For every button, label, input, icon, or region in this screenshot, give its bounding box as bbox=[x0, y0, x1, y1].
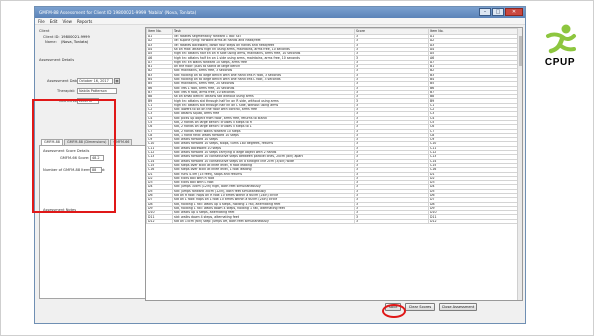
therapist-label: Therapist: bbox=[57, 89, 76, 93]
cell-item-no: D12 bbox=[146, 218, 173, 225]
client-section-label: Client bbox=[39, 29, 50, 33]
assessment-date-label: Assessment Date: bbox=[47, 79, 80, 83]
table-row[interactable]: D12 std on 15cm (6in) step: jumps off, bo… bbox=[146, 218, 519, 225]
table-body: A1 lie: rotates segmentally forward 1 doc… bbox=[146, 33, 519, 225]
menu-view[interactable]: View bbox=[62, 19, 72, 24]
items-table-container: Item No. Task Score Item No. A1 lie: rota… bbox=[145, 27, 523, 301]
logo-text: CPUP bbox=[544, 57, 576, 68]
cell-score[interactable]: 3 bbox=[354, 218, 429, 225]
clear-scores-button[interactable]: Clear Scores bbox=[405, 303, 435, 311]
client-name-label: Name: bbox=[45, 40, 57, 44]
client-id-label: Client ID: bbox=[43, 35, 60, 39]
items-table: Item No. Task Score Item No. A1 lie: rota… bbox=[146, 28, 519, 225]
window-title: GMFM-88 Assessment for Client ID 1980002… bbox=[39, 10, 197, 15]
assessment-date-field[interactable]: October 16, 2017 bbox=[77, 78, 113, 84]
client-id-value: 19800021-9999 bbox=[61, 35, 90, 39]
menu-file[interactable]: File bbox=[38, 19, 45, 24]
menu-edit[interactable]: Edit bbox=[50, 19, 58, 24]
close-icon[interactable]: ✕ bbox=[505, 8, 523, 16]
cell-task: std on 15cm (6in) step: jumps off, both … bbox=[172, 218, 355, 225]
menu-reports[interactable]: Reports bbox=[77, 19, 92, 24]
client-name-value: (Nova, Tonlata) bbox=[61, 40, 89, 44]
menu-bar: File Edit View Reports bbox=[35, 18, 525, 25]
close-assessment-button[interactable]: Close Assessment bbox=[439, 303, 477, 311]
maximize-icon[interactable]: □ bbox=[492, 8, 504, 16]
therapist-field[interactable]: Nabila Patterson bbox=[77, 88, 117, 94]
scroll-thumb[interactable] bbox=[519, 36, 522, 66]
table-scrollbar[interactable] bbox=[517, 28, 522, 300]
title-bar: GMFM-88 Assessment for Client ID 1980002… bbox=[35, 7, 525, 18]
cell-item-no-2: D12 bbox=[428, 218, 519, 225]
window-controls: – □ ✕ bbox=[478, 8, 523, 17]
highlight-save-button bbox=[382, 304, 406, 318]
minimize-icon[interactable]: – bbox=[479, 8, 491, 16]
highlight-score-panel bbox=[32, 99, 116, 213]
calendar-icon[interactable]: ▦ bbox=[114, 78, 120, 84]
assessment-section-label: Assessment Details bbox=[39, 58, 75, 62]
